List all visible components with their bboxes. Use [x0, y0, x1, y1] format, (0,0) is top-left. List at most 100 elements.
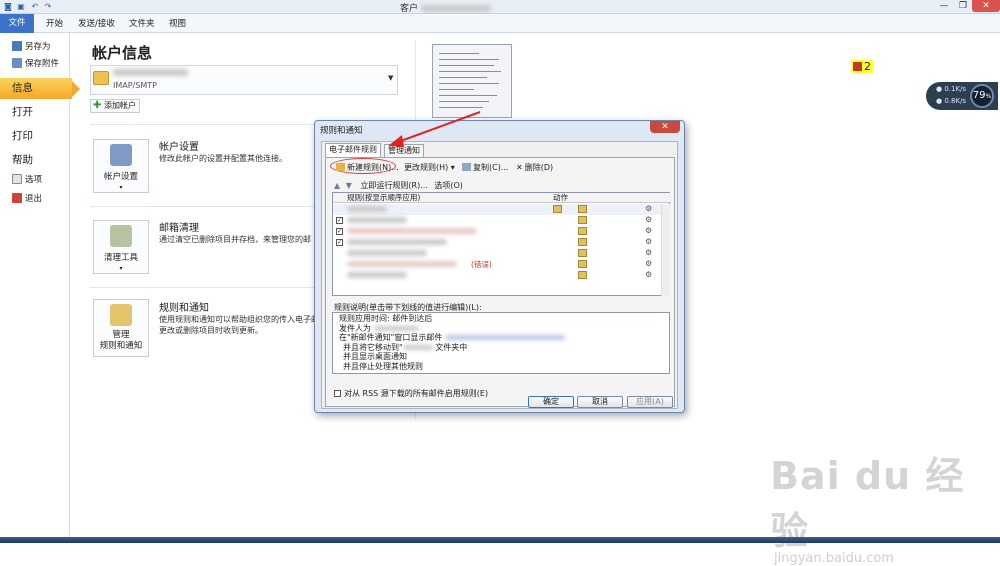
rules-list-scrollbar[interactable] [661, 204, 670, 296]
nav-open[interactable]: 打开 [12, 104, 33, 119]
network-speed-widget: ● 0.1K/s ● 0.8K/s 79% [926, 82, 998, 110]
new-rule-icon [336, 163, 345, 171]
annotation-arrow-icon [388, 111, 481, 147]
action-icon [578, 227, 587, 235]
options-button[interactable]: 选项(O) [434, 181, 463, 190]
run-rules-row: ▲ ▼ 立即运行规则(R)... 选项(O) [334, 180, 463, 191]
rule-row[interactable]: ⚙ [333, 204, 661, 215]
nav-save-attachments[interactable]: 保存附件 [12, 57, 59, 69]
change-rule-button[interactable]: 更改规则(H) ▾ [404, 162, 455, 173]
action-icon [578, 271, 587, 279]
dialog-body: 电子邮件规则 管理通知 新建规则(N)... 更改规则(H) ▾ 复制(C)..… [321, 141, 678, 409]
notification-badge[interactable]: 2 [851, 60, 873, 73]
chevron-down-icon[interactable]: ▼ [388, 74, 393, 82]
rss-rule-option[interactable]: 对从 RSS 源下载的所有邮件启用规则(E) [334, 388, 488, 399]
rule-row[interactable]: ⚙ [333, 248, 661, 259]
rule-row[interactable]: ✓ ⚙ [333, 226, 661, 237]
rule-row[interactable]: ⚙ [333, 270, 661, 281]
outlook-logo-icon: ◙ [4, 2, 12, 11]
window-title: 客户 [400, 1, 491, 14]
save-icon[interactable]: ▣ [16, 2, 26, 12]
desc-line[interactable]: 在"新邮件通知"窗口显示邮件 [339, 333, 663, 343]
rules-list-header: 规则(按显示顺序应用) 动作 [333, 193, 671, 203]
desc-line[interactable]: 发件人为 [339, 324, 663, 334]
nav-help[interactable]: 帮助 [12, 152, 33, 167]
error-label: (错误) [471, 260, 492, 269]
plus-icon: ✚ [93, 100, 102, 111]
tab-email-rules[interactable]: 电子邮件规则 [325, 143, 381, 157]
close-window-button[interactable]: ✕ [972, 0, 1000, 12]
nav-save-as[interactable]: 另存为 [12, 40, 51, 52]
rule-checkbox[interactable]: ✓ [336, 239, 343, 246]
email-rules-panel: 新建规则(N)... 更改规则(H) ▾ 复制(C)... ✕ 删除(D) ▲ ▼… [325, 157, 675, 407]
rule-checkbox[interactable]: ✓ [336, 228, 343, 235]
action-icon [578, 249, 587, 257]
watermark-url: jingyan.baidu.com [774, 551, 894, 566]
account-type: IMAP/SMTP [113, 81, 157, 90]
baidu-watermark: Bai du 经验 jingyan.baidu.com [770, 445, 1000, 566]
gear-icon: ⚙ [645, 204, 653, 213]
copy-rule-button[interactable]: 复制(C)... [462, 162, 508, 173]
upload-speed: ● 0.1K/s [936, 85, 967, 93]
rule-row[interactable]: ✓ ⚙ [333, 215, 661, 226]
cleanup-icon [110, 225, 132, 247]
download-speed: ● 0.8K/s [936, 97, 967, 105]
gear-icon: ⚙ [645, 270, 653, 279]
account-settings-desc: 修改此帐户的设置并配置其他连接。 [159, 154, 287, 163]
undo-icon[interactable]: ↶ [30, 2, 40, 12]
copy-icon [462, 163, 471, 171]
tab-send-receive[interactable]: 发送/接收 [76, 17, 117, 33]
mailbox-cleanup-desc: 通过清空已删除项目并存档，来管理您的邮 [159, 235, 311, 244]
rule-row[interactable]: ✓ ⚙ [333, 237, 661, 248]
attachment-icon [12, 58, 22, 68]
delete-rule-button[interactable]: ✕ 删除(D) [516, 162, 553, 173]
column-action[interactable]: 动作 [553, 193, 568, 203]
nav-print[interactable]: 打印 [12, 128, 33, 143]
taskbar [0, 537, 1000, 543]
apply-button[interactable]: 应用(A) [627, 396, 673, 408]
exit-icon [12, 193, 22, 203]
new-rule-button[interactable]: 新建规则(N)... [336, 162, 399, 173]
column-rule[interactable]: 规则(按显示顺序应用) [347, 193, 420, 203]
redo-icon[interactable]: ↷ [43, 2, 53, 12]
desc-line: 规则应用时间: 邮件到达后 [339, 314, 433, 323]
cancel-button[interactable]: 取消 [577, 396, 623, 408]
gear-icon: ⚙ [645, 248, 653, 257]
dialog-close-button[interactable]: ✕ [650, 121, 680, 133]
rules-alerts-desc: 使用规则和通知可以帮助组织您的传入电子邮 更改或删除项目时收到更新。 [159, 315, 319, 335]
rss-checkbox[interactable] [334, 390, 341, 397]
gear-icon: ⚙ [645, 259, 653, 268]
nav-options[interactable]: 选项 [12, 173, 42, 185]
rules-icon [110, 304, 132, 326]
page-title: 帐户信息 [92, 44, 153, 62]
move-up-icon[interactable]: ▲ [334, 181, 340, 190]
maximize-button[interactable]: ❐ [954, 0, 972, 12]
manage-rules-button[interactable]: 管理 规则和通知 [93, 299, 149, 357]
action-icon [578, 205, 587, 213]
tab-view[interactable]: 视图 [167, 17, 188, 33]
account-folder-icon [93, 71, 109, 85]
delete-x-icon: ✕ [516, 163, 523, 172]
rules-alerts-dialog: 规则和通知 ✕ 电子邮件规则 管理通知 新建规则(N)... 更改规则(H) ▾… [314, 120, 685, 413]
tab-file[interactable]: 文件 [0, 14, 34, 33]
cleanup-tools-button[interactable]: 清理工具 ▾ [93, 220, 149, 274]
rule-row[interactable]: (错误) ⚙ [333, 259, 661, 270]
desc-line[interactable]: 并且将它移动到" 文件夹中 [339, 343, 663, 353]
nav-info[interactable]: 信息 [0, 78, 80, 99]
run-rules-button[interactable]: 立即运行规则(R)... [360, 181, 427, 190]
account-name-redacted [113, 69, 188, 76]
options-icon [12, 174, 22, 184]
tab-home[interactable]: 开始 [44, 17, 65, 33]
rule-checkbox[interactable]: ✓ [336, 217, 343, 224]
minimize-button[interactable]: — [935, 0, 953, 12]
dialog-title: 规则和通知 [320, 126, 363, 136]
ribbon-tabs: 文件 开始 发送/接收 文件夹 视图 [0, 14, 1000, 33]
nav-exit[interactable]: 退出 [12, 192, 42, 204]
add-account-button[interactable]: ✚ 添加帐户 [90, 99, 140, 113]
move-down-icon[interactable]: ▼ [346, 181, 352, 190]
account-settings-button[interactable]: 帐户设置 ▾ [93, 139, 149, 193]
account-settings-title: 帐户设置 [159, 142, 199, 153]
desc-line: 并且停止处理其他规则 [343, 361, 423, 371]
tab-folder[interactable]: 文件夹 [127, 17, 157, 33]
ok-button[interactable]: 确定 [528, 396, 574, 408]
